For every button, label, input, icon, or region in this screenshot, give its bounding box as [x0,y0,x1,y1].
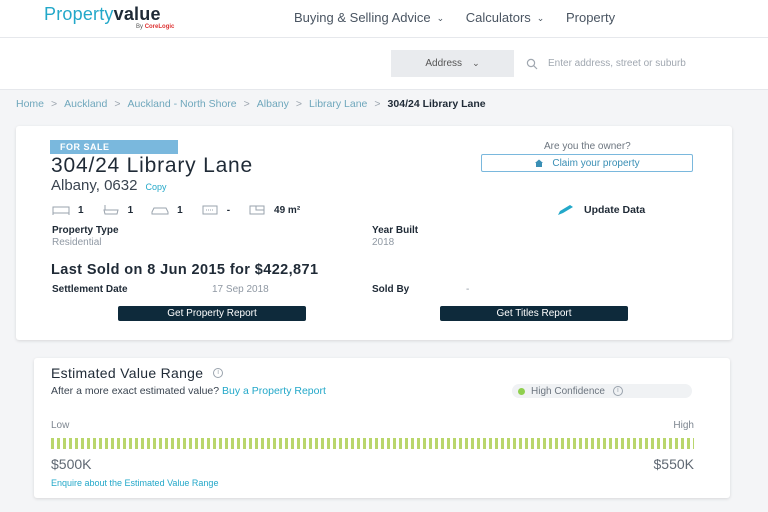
chevron-down-icon: ⌄ [536,13,545,23]
main-nav: Buying & Selling Advice ⌄ Calculators ⌄ Pr… [294,10,633,25]
claim-label: Claim your property [552,157,640,169]
nav-item-buying-selling[interactable]: Buying & Selling Advice ⌄ [294,10,444,25]
settlement-date-label: Settlement Date [52,284,128,295]
feature-floor-area: 49 m² [248,204,300,216]
estimated-value-card: Estimated Value Range i After a more exa… [34,358,730,498]
confidence-label: High Confidence [531,385,605,397]
owner-question: Are you the owner? [544,141,631,152]
floor-area-icon [249,205,265,215]
nav-label: Calculators [465,10,531,25]
search-type-dropdown[interactable]: Address ⌄ [391,50,514,77]
range-low-label: Low [51,420,70,431]
nav-item-calculators[interactable]: Calculators ⌄ [466,10,545,25]
settlement-date-value: 17 Sep 2018 [212,284,269,295]
feature-land-area: - [201,204,230,216]
feature-bedrooms: 1 [52,204,84,216]
logo-wordmark: Propertyvalue [44,4,161,25]
breadcrumb-albany[interactable]: Albany [257,98,289,110]
estimate-prompt: After a more exact estimated value? Buy … [51,385,326,397]
value-range-bar [51,438,694,449]
range-low-value: $500K [51,456,92,472]
confidence-dot [518,387,525,395]
parking-count: 1 [177,204,183,216]
claim-property-button[interactable]: Claim your property [481,154,693,172]
range-high-label: High [673,420,694,431]
property-type-value: Residential [52,237,102,248]
logo-part-property: Property [44,4,114,24]
breadcrumb-separator: > [51,98,58,110]
bed-icon [52,206,70,215]
nav-label: Buying & Selling Advice [294,10,431,25]
enquire-estimated-value-link[interactable]: Enquire about the Estimated Value Range [51,478,218,488]
property-address-title: 304/24 Library Lane [51,154,254,177]
feature-parking: 1 [151,204,183,216]
logo-by: By [136,24,144,30]
breadcrumb-library-lane[interactable]: Library Lane [309,98,367,110]
last-sold-summary: Last Sold on 8 Jun 2015 for $422,871 [51,262,319,278]
nav-item-property[interactable]: Property [566,10,615,25]
buy-property-report-link[interactable]: Buy a Property Report [222,385,326,397]
search-type-label: Address [425,58,463,69]
value-range-fill [51,438,694,449]
sold-by-value: - [466,284,470,295]
bath-icon [102,205,119,215]
bathrooms-count: 1 [127,204,134,216]
info-icon[interactable]: i [213,368,224,378]
sold-by-label: Sold By [372,284,410,295]
year-built-value: 2018 [372,237,395,248]
estimate-prompt-text: After a more exact estimated value? [51,385,220,397]
site-logo[interactable]: Propertyvalue By CoreLogic [44,4,244,34]
copy-address-link[interactable]: Copy [145,182,166,192]
update-data-button[interactable]: Update Data [556,204,645,216]
logo-brand: CoreLogic [144,24,175,30]
logo-part-value: value [113,4,161,24]
search-icon [526,58,538,69]
range-high-value: $550K [653,456,694,472]
logo-byline: By CoreLogic [136,24,174,30]
land-area-value: - [226,204,231,216]
breadcrumb-separator: > [374,98,381,110]
breadcrumb-auckland[interactable]: Auckland [64,98,107,110]
property-type-label: Property Type [52,225,119,236]
property-features: 1 1 1 - 49 m² [52,204,318,216]
breadcrumb-north-shore[interactable]: Auckland - North Shore [128,98,237,110]
breadcrumb-separator: > [243,98,250,110]
floor-area-value: 49 m² [274,204,301,216]
confidence-badge: High Confidence i [512,384,692,398]
property-summary-card: FOR SALE 304/24 Library Lane Albany, 063… [16,126,732,340]
bedrooms-count: 1 [78,204,84,216]
search-input[interactable] [548,58,768,69]
chevron-down-icon: ⌄ [472,58,480,68]
suburb-text: Albany, 0632 [51,177,138,194]
nav-label: Property [565,10,616,25]
breadcrumb-separator: > [295,98,303,110]
property-suburb: Albany, 0632 Copy [51,177,166,194]
chevron-down-icon: ⌄ [436,13,445,23]
search-bar: Address ⌄ [0,38,768,90]
info-icon[interactable]: i [612,386,623,396]
car-icon [151,207,169,215]
breadcrumb-current: 304/24 Library Lane [387,98,486,110]
get-property-report-button[interactable]: Get Property Report [118,306,306,321]
update-data-label: Update Data [584,204,646,216]
estimated-value-heading: Estimated Value Range [51,365,204,381]
breadcrumb: Home > Auckland > Auckland - North Shore > Alb… [16,98,486,110]
year-built-label: Year Built [372,225,419,236]
feature-bathrooms: 1 [102,204,134,216]
land-icon [202,205,218,215]
estimated-value-title: Estimated Value Range i [51,365,224,381]
breadcrumb-home[interactable]: Home [16,98,44,110]
home-icon [535,159,544,167]
site-header: Propertyvalue By CoreLogic Buying & Sell… [0,0,768,38]
search-box [514,50,768,77]
get-titles-report-button[interactable]: Get Titles Report [440,306,628,321]
status-badge: FOR SALE [50,140,178,154]
breadcrumb-separator: > [114,98,121,110]
pencil-icon [558,205,573,215]
